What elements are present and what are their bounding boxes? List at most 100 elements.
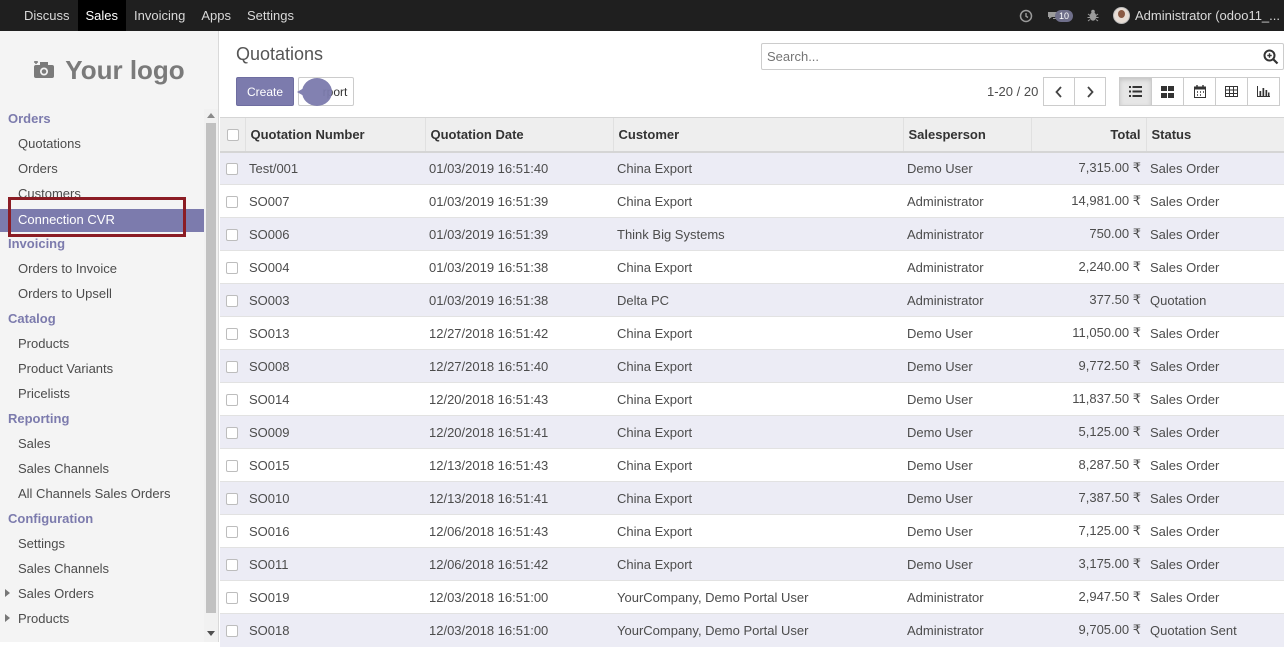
list-icon bbox=[1129, 86, 1142, 97]
table-row[interactable]: SO004 01/03/2019 16:51:38 China Export Admi… bbox=[220, 250, 1284, 284]
table-row[interactable]: SO014 12/20/2018 16:51:43 China Export Demo… bbox=[220, 382, 1284, 416]
col-header-status[interactable]: Status bbox=[1145, 117, 1284, 153]
row-checkbox[interactable] bbox=[226, 592, 238, 605]
scroll-thumb[interactable] bbox=[206, 123, 216, 613]
sidebar-scrollbar[interactable] bbox=[204, 109, 218, 642]
pager-buttons bbox=[1043, 77, 1106, 106]
row-checkbox[interactable] bbox=[226, 427, 238, 440]
pager-previous-button[interactable] bbox=[1043, 77, 1075, 106]
pivot-view-button[interactable] bbox=[1215, 77, 1248, 106]
search-input[interactable] bbox=[762, 44, 1252, 69]
table-row[interactable]: SO009 12/20/2018 16:51:41 China Export Demo… bbox=[220, 415, 1284, 449]
table-row[interactable]: SO015 12/13/2018 16:51:43 China Export Demo… bbox=[220, 448, 1284, 482]
calendar-view-button[interactable] bbox=[1183, 77, 1216, 106]
col-header-quotation-date[interactable]: Quotation Date bbox=[424, 117, 613, 153]
company-logo[interactable]: Your logo bbox=[0, 31, 218, 109]
sidebar-item-config-sales-channels[interactable]: Sales Channels bbox=[0, 559, 204, 584]
row-checkbox[interactable] bbox=[226, 328, 238, 341]
status-cell: Sales Order bbox=[1146, 481, 1284, 515]
select-all-checkbox[interactable] bbox=[227, 129, 239, 142]
col-header-customer[interactable]: Customer bbox=[612, 117, 903, 153]
salesperson-cell: Administrator bbox=[903, 580, 1031, 614]
chat-icon[interactable]: 10 bbox=[1047, 9, 1073, 22]
row-select-cell bbox=[220, 448, 245, 482]
sidebar-item-orders[interactable]: Orders bbox=[0, 159, 204, 184]
salesperson-cell: Demo User bbox=[903, 415, 1031, 449]
nav-invoicing[interactable]: Invoicing bbox=[126, 0, 193, 31]
sidebar-item-product-variants[interactable]: Product Variants bbox=[0, 359, 204, 384]
table-row[interactable]: SO007 01/03/2019 16:51:39 China Export Admi… bbox=[220, 184, 1284, 218]
scroll-up-icon[interactable] bbox=[207, 113, 215, 118]
col-header-salesperson[interactable]: Salesperson bbox=[902, 117, 1031, 153]
customer-cell: China Export bbox=[613, 547, 903, 581]
nav-discuss[interactable]: Discuss bbox=[16, 0, 78, 31]
row-select-cell bbox=[220, 547, 245, 581]
search-icon[interactable] bbox=[1263, 49, 1279, 65]
row-checkbox[interactable] bbox=[226, 361, 238, 374]
quotation-number-cell: SO011 bbox=[245, 547, 425, 581]
sidebar-item-config-products[interactable]: Products bbox=[0, 609, 204, 634]
quotation-date-cell: 12/27/2018 16:51:40 bbox=[425, 349, 613, 383]
sidebar-item-connection-cvr[interactable]: Connection CVR bbox=[0, 209, 204, 232]
row-checkbox[interactable] bbox=[226, 229, 238, 242]
row-checkbox[interactable] bbox=[226, 295, 238, 308]
quotation-number-cell: SO016 bbox=[245, 514, 425, 548]
table-row[interactable]: SO016 12/06/2018 16:51:43 China Export Demo… bbox=[220, 514, 1284, 548]
create-button[interactable]: Create bbox=[236, 77, 294, 106]
sidebar-item-pricelists[interactable]: Pricelists bbox=[0, 384, 204, 409]
bar-chart-icon bbox=[1257, 86, 1270, 97]
row-checkbox[interactable] bbox=[226, 394, 238, 407]
table-row[interactable]: SO006 01/03/2019 16:51:39 Think Big System… bbox=[220, 217, 1284, 251]
nav-settings[interactable]: Settings bbox=[239, 0, 302, 31]
table-row[interactable]: SO008 12/27/2018 16:51:40 China Export Demo… bbox=[220, 349, 1284, 383]
graph-view-button[interactable] bbox=[1247, 77, 1280, 106]
row-checkbox[interactable] bbox=[226, 493, 238, 506]
user-menu[interactable]: Administrator (odoo11_... bbox=[1113, 7, 1284, 24]
salesperson-cell: Demo User bbox=[903, 448, 1031, 482]
systray: 10 Administrator (odoo11_... bbox=[1019, 0, 1284, 31]
view-switcher bbox=[1119, 77, 1280, 106]
table-icon bbox=[1225, 86, 1238, 97]
sidebar-item-sales[interactable]: Sales bbox=[0, 434, 204, 459]
status-cell: Sales Order bbox=[1146, 217, 1284, 251]
row-checkbox[interactable] bbox=[226, 262, 238, 275]
table-row[interactable]: SO019 12/03/2018 16:51:00 YourCompany, Dem… bbox=[220, 580, 1284, 614]
sidebar-item-orders-to-invoice[interactable]: Orders to Invoice bbox=[0, 259, 204, 284]
nav-apps[interactable]: Apps bbox=[193, 0, 239, 31]
kanban-view-button[interactable] bbox=[1151, 77, 1184, 106]
quotation-number-cell: SO008 bbox=[245, 349, 425, 383]
pager-value[interactable]: 1-20 / 20 bbox=[987, 84, 1038, 99]
section-orders: Orders bbox=[8, 111, 51, 126]
sidebar-item-quotations[interactable]: Quotations bbox=[0, 134, 204, 159]
sidebar-item-config-sales-orders[interactable]: Sales Orders bbox=[0, 584, 204, 609]
table-row[interactable]: SO013 12/27/2018 16:51:42 China Export Demo… bbox=[220, 316, 1284, 350]
row-checkbox[interactable] bbox=[226, 163, 238, 176]
table-row[interactable]: SO010 12/13/2018 16:51:41 China Export Demo… bbox=[220, 481, 1284, 515]
table-row[interactable]: Test/001 01/03/2019 16:51:40 China Export D… bbox=[220, 151, 1284, 185]
sidebar-item-products[interactable]: Products bbox=[0, 334, 204, 359]
chat-count-badge: 10 bbox=[1054, 9, 1073, 22]
sidebar-item-sales-channels[interactable]: Sales Channels bbox=[0, 459, 204, 484]
col-header-quotation-number[interactable]: Quotation Number bbox=[244, 117, 425, 153]
col-header-total[interactable]: Total bbox=[1030, 117, 1146, 153]
row-checkbox[interactable] bbox=[226, 625, 238, 638]
sidebar-item-config-settings[interactable]: Settings bbox=[0, 534, 204, 559]
row-checkbox[interactable] bbox=[226, 196, 238, 209]
sidebar-item-orders-to-upsell[interactable]: Orders to Upsell bbox=[0, 284, 204, 309]
table-row[interactable]: SO003 01/03/2019 16:51:38 Delta PC Administ… bbox=[220, 283, 1284, 317]
row-checkbox[interactable] bbox=[226, 559, 238, 572]
pager-next-button[interactable] bbox=[1074, 77, 1106, 106]
sidebar-item-customers[interactable]: Customers bbox=[0, 184, 204, 209]
row-select-cell bbox=[220, 151, 245, 185]
scroll-down-icon[interactable] bbox=[207, 631, 215, 636]
sidebar-item-all-channels-sales-orders[interactable]: All Channels Sales Orders bbox=[0, 484, 204, 509]
table-row[interactable]: SO011 12/06/2018 16:51:42 China Export Demo… bbox=[220, 547, 1284, 581]
row-checkbox[interactable] bbox=[226, 460, 238, 473]
row-checkbox[interactable] bbox=[226, 526, 238, 539]
search-box[interactable] bbox=[761, 43, 1284, 70]
nav-sales[interactable]: Sales bbox=[77, 0, 127, 31]
list-view-button[interactable] bbox=[1119, 77, 1152, 106]
clock-icon[interactable] bbox=[1019, 9, 1033, 23]
quotation-date-cell: 01/03/2019 16:51:39 bbox=[425, 217, 613, 251]
bug-icon[interactable] bbox=[1087, 9, 1099, 22]
